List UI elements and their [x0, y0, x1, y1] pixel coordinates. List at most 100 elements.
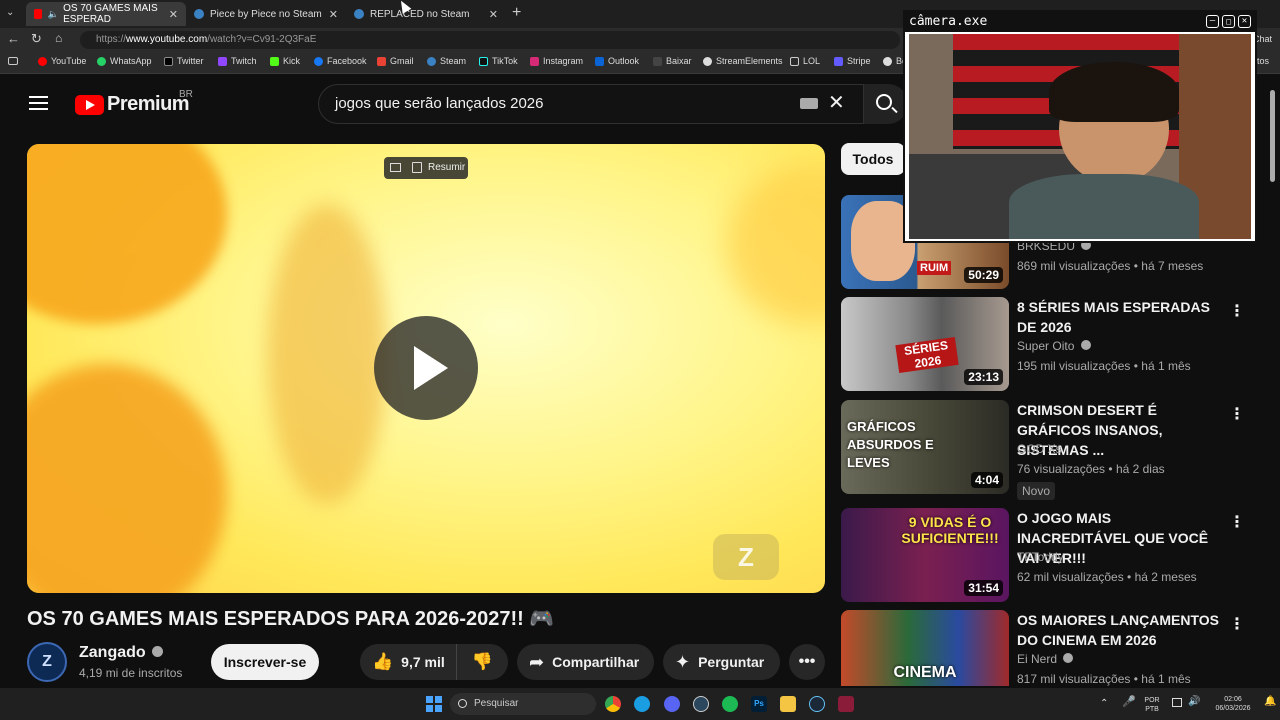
close-tab-icon[interactable]: ✕ — [489, 8, 498, 21]
file-explorer-icon[interactable] — [780, 696, 796, 712]
bookmark-steam[interactable]: Steam — [427, 56, 466, 66]
tiktok-icon — [479, 56, 488, 66]
taskbar-search[interactable]: Pesquisar — [450, 693, 596, 715]
video-thumbnail[interactable]: GRÁFICOS ABSURDOS E LEVES 4:04 — [841, 400, 1009, 494]
video-player[interactable]: Resumir Z — [27, 144, 825, 593]
recommendation-item[interactable]: 9 VIDAS É O SUFICIENTE!!! 31:54 O JOGO M… — [841, 508, 1261, 602]
new-tab-plus-icon[interactable]: + — [512, 4, 521, 22]
bookmark-gmail[interactable]: Gmail — [377, 56, 414, 66]
bookmark-twitter[interactable]: Twitter — [164, 56, 204, 66]
app-icon[interactable] — [838, 696, 854, 712]
back-arrow-icon[interactable]: ← — [7, 31, 20, 46]
recommendation-item[interactable]: CINEMA OS MAIORES LANÇAMENTOS DO CINEMA … — [841, 610, 1261, 686]
microphone-icon[interactable]: 🎤 — [1122, 697, 1136, 708]
share-button[interactable]: ➦ Compartilhar — [517, 644, 654, 680]
discord-icon[interactable] — [664, 696, 680, 712]
volume-icon[interactable]: 🔊 — [1188, 697, 1200, 707]
network-icon[interactable] — [1172, 698, 1182, 707]
bookmark-stripe[interactable]: Stripe — [834, 56, 871, 66]
reading-list-icon[interactable] — [8, 57, 18, 65]
hamburger-middle-line — [29, 102, 48, 104]
clear-search-icon[interactable]: ✕ — [828, 90, 845, 115]
page-scrollbar-thumb[interactable] — [1270, 90, 1275, 182]
edge-icon[interactable] — [634, 696, 650, 712]
notification-bell-icon[interactable]: 🔔 — [1264, 697, 1276, 707]
more-vertical-icon[interactable]: ⋮ — [1229, 301, 1245, 321]
reload-icon[interactable]: ↻ — [31, 31, 42, 47]
bookmark-kick[interactable]: Kick — [270, 56, 300, 66]
bookmark-whatsapp[interactable]: WhatsApp — [97, 56, 152, 66]
windows-start-icon[interactable] — [426, 696, 442, 712]
ask-button[interactable]: ✦ Perguntar — [663, 644, 780, 680]
bookmark-tiktok[interactable]: TikTok — [479, 56, 518, 66]
language-indicator[interactable]: POR PTB — [1140, 696, 1164, 714]
language-code: POR — [1144, 697, 1160, 704]
video-flare-shape — [267, 204, 387, 504]
home-icon[interactable]: ⌂ — [55, 31, 62, 45]
rec-title[interactable]: 8 SÉRIES MAIS ESPERADAS DE 2026 — [1017, 297, 1227, 337]
url-field[interactable]: https://www.youtube.com/watch?v=Cv91-2Q3… — [80, 31, 900, 49]
menu-hamburger-icon[interactable] — [29, 96, 48, 110]
bookmark-youtube[interactable]: YouTube — [38, 56, 86, 66]
video-thumbnail[interactable]: 9 VIDAS É O SUFICIENTE!!! 31:54 — [841, 508, 1009, 602]
search-button[interactable] — [864, 84, 908, 124]
rec-age: há 2 meses — [1134, 570, 1197, 584]
recommendation-item[interactable]: SÉRIES 2026 23:13 8 SÉRIES MAIS ESPERADA… — [841, 297, 1261, 391]
recommendation-item[interactable]: GRÁFICOS ABSURDOS E LEVES 4:04 CRIMSON D… — [841, 400, 1261, 500]
tab-youtube-video[interactable]: 🔈 OS 70 GAMES MAIS ESPERAD ✕ — [26, 2, 186, 26]
verified-icon — [1080, 340, 1091, 350]
bookmark-facebook[interactable]: Facebook — [314, 56, 367, 66]
play-button-icon[interactable] — [374, 316, 478, 420]
close-tab-icon[interactable]: ✕ — [169, 8, 178, 21]
bookmark-outlook[interactable]: Outlook — [595, 56, 639, 66]
more-vertical-icon[interactable]: ⋮ — [1229, 404, 1245, 424]
subscriber-count: 4,19 mi de inscritos — [79, 666, 183, 680]
tab-steam-2[interactable]: REPLACED no Steam ✕ — [346, 2, 506, 26]
clock[interactable]: 02:06 06/03/2026 — [1210, 695, 1256, 713]
steam-app-icon[interactable] — [693, 696, 709, 712]
tab-steam-1[interactable]: Piece by Piece no Steam ✕ — [186, 2, 346, 26]
bookmark-baixar[interactable]: Baixar — [653, 56, 692, 66]
steam-icon[interactable] — [809, 696, 825, 712]
spotify-icon[interactable] — [722, 696, 738, 712]
camera-window[interactable]: câmera.exe – □ ✕ — [903, 10, 1257, 243]
maximize-icon[interactable]: □ — [1222, 15, 1235, 28]
like-button[interactable]: 👍 9,7 mil — [360, 644, 456, 680]
close-tab-icon[interactable]: ✕ — [329, 8, 338, 21]
steam-favicon-icon — [194, 9, 204, 19]
video-thumbnail[interactable]: CINEMA — [841, 610, 1009, 686]
rec-channel[interactable]: GOD Xs — [1017, 442, 1062, 456]
keyboard-icon[interactable] — [800, 98, 818, 109]
rec-title[interactable]: OS MAIORES LANÇAMENTOS DO CINEMA EM 2026 — [1017, 610, 1227, 650]
dislike-button[interactable]: 👎 — [456, 644, 508, 680]
more-vertical-icon[interactable]: ⋮ — [1229, 512, 1245, 532]
tab-list-chevron-icon[interactable]: ⌄ — [6, 7, 14, 18]
photoshop-icon[interactable]: Ps — [751, 696, 767, 712]
double-chevron-icon — [653, 56, 662, 66]
channel-avatar[interactable]: Z — [27, 642, 67, 682]
filter-chip-all[interactable]: Todos — [841, 143, 905, 175]
more-actions-button[interactable]: ••• — [789, 644, 825, 680]
bookmark-twitch[interactable]: Twitch — [218, 56, 257, 66]
search-input[interactable]: jogos que serão lançados 2026 — [318, 84, 864, 124]
search-icon-handle — [891, 106, 898, 114]
bookmark-streamelements[interactable]: StreamElements — [703, 56, 783, 66]
minimize-icon[interactable]: – — [1206, 15, 1219, 28]
rec-channel[interactable]: TFToddy — [1017, 550, 1064, 564]
tray-chevron-icon[interactable]: ⌃ — [1100, 699, 1108, 709]
video-thumbnail[interactable]: SÉRIES 2026 23:13 — [841, 297, 1009, 391]
rec-channel[interactable]: Ei Nerd — [1017, 652, 1074, 666]
rec-channel[interactable]: Super Oito — [1017, 339, 1091, 353]
more-vertical-icon[interactable]: ⋮ — [1229, 614, 1245, 634]
bookmarks-more[interactable]: itos — [1255, 56, 1269, 66]
share-label: Compartilhar — [552, 654, 640, 670]
summarize-button[interactable]: Resumir — [384, 157, 468, 179]
subscribe-button[interactable]: Inscrever-se — [211, 644, 319, 680]
bookmark-instagram[interactable]: Instagram — [530, 56, 583, 66]
bookmark-lol[interactable]: LOL — [790, 56, 820, 66]
close-icon[interactable]: ✕ — [1238, 15, 1251, 28]
camera-title-bar[interactable]: câmera.exe – □ ✕ — [905, 12, 1255, 32]
youtube-logo[interactable]: Premium — [75, 93, 190, 116]
channel-name[interactable]: Zangado — [79, 644, 164, 662]
chrome-icon[interactable] — [605, 696, 621, 712]
